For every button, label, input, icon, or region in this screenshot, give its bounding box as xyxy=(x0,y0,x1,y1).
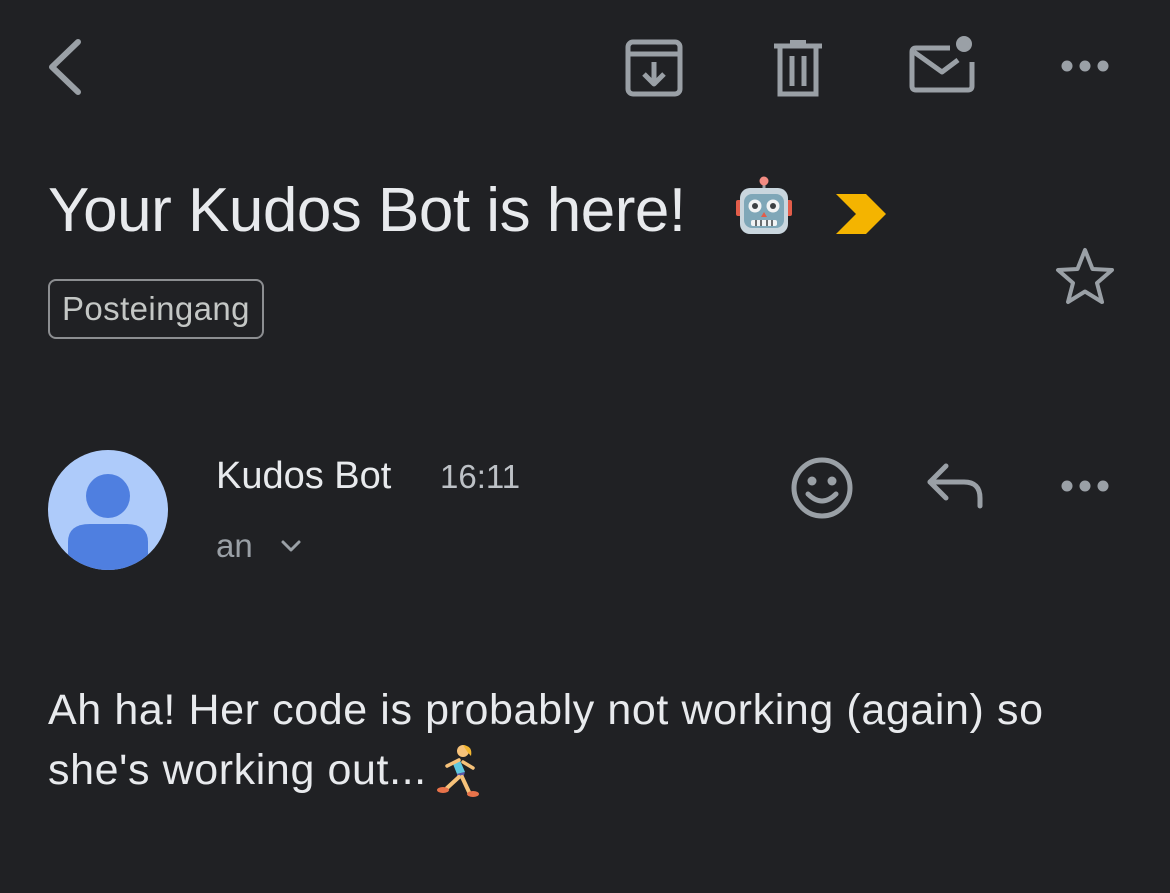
more-horizontal-icon xyxy=(1061,480,1109,492)
message-time: 16:11 xyxy=(440,458,521,495)
smiley-icon xyxy=(791,457,853,519)
archive-icon xyxy=(625,39,683,97)
sender-name: Kudos Bot xyxy=(216,455,392,497)
label-chip[interactable]: Posteingang xyxy=(48,279,264,339)
message-body: Ah ha! Her code is probably not working … xyxy=(48,680,1128,800)
emoji-reaction-button[interactable] xyxy=(788,454,856,522)
more-horizontal-icon xyxy=(1061,60,1109,72)
star-icon xyxy=(1056,248,1114,304)
back-arrow-icon xyxy=(49,39,81,95)
reply-icon xyxy=(927,463,983,509)
email-subject: Your Kudos Bot is here! xyxy=(48,176,686,245)
importance-marker-icon[interactable] xyxy=(834,192,888,236)
woman-running-icon xyxy=(436,745,479,797)
person-icon xyxy=(68,474,148,570)
delete-button[interactable] xyxy=(768,36,828,100)
chevron-down-icon[interactable] xyxy=(278,533,304,559)
back-button[interactable] xyxy=(40,32,96,102)
message-more-button[interactable] xyxy=(1055,464,1115,508)
trash-icon xyxy=(774,40,822,97)
more-options-button[interactable] xyxy=(1055,44,1115,88)
archive-button[interactable] xyxy=(622,36,686,100)
star-button[interactable] xyxy=(1052,244,1118,310)
mark-unread-icon xyxy=(909,36,975,93)
recipient-prefix[interactable]: an xyxy=(216,524,253,568)
avatar[interactable] xyxy=(48,450,168,570)
mark-unread-button[interactable] xyxy=(906,32,978,100)
robot-face-icon xyxy=(736,176,792,234)
message-body-text: Ah ha! Her code is probably not working … xyxy=(48,686,1044,794)
reply-button[interactable] xyxy=(922,458,988,514)
